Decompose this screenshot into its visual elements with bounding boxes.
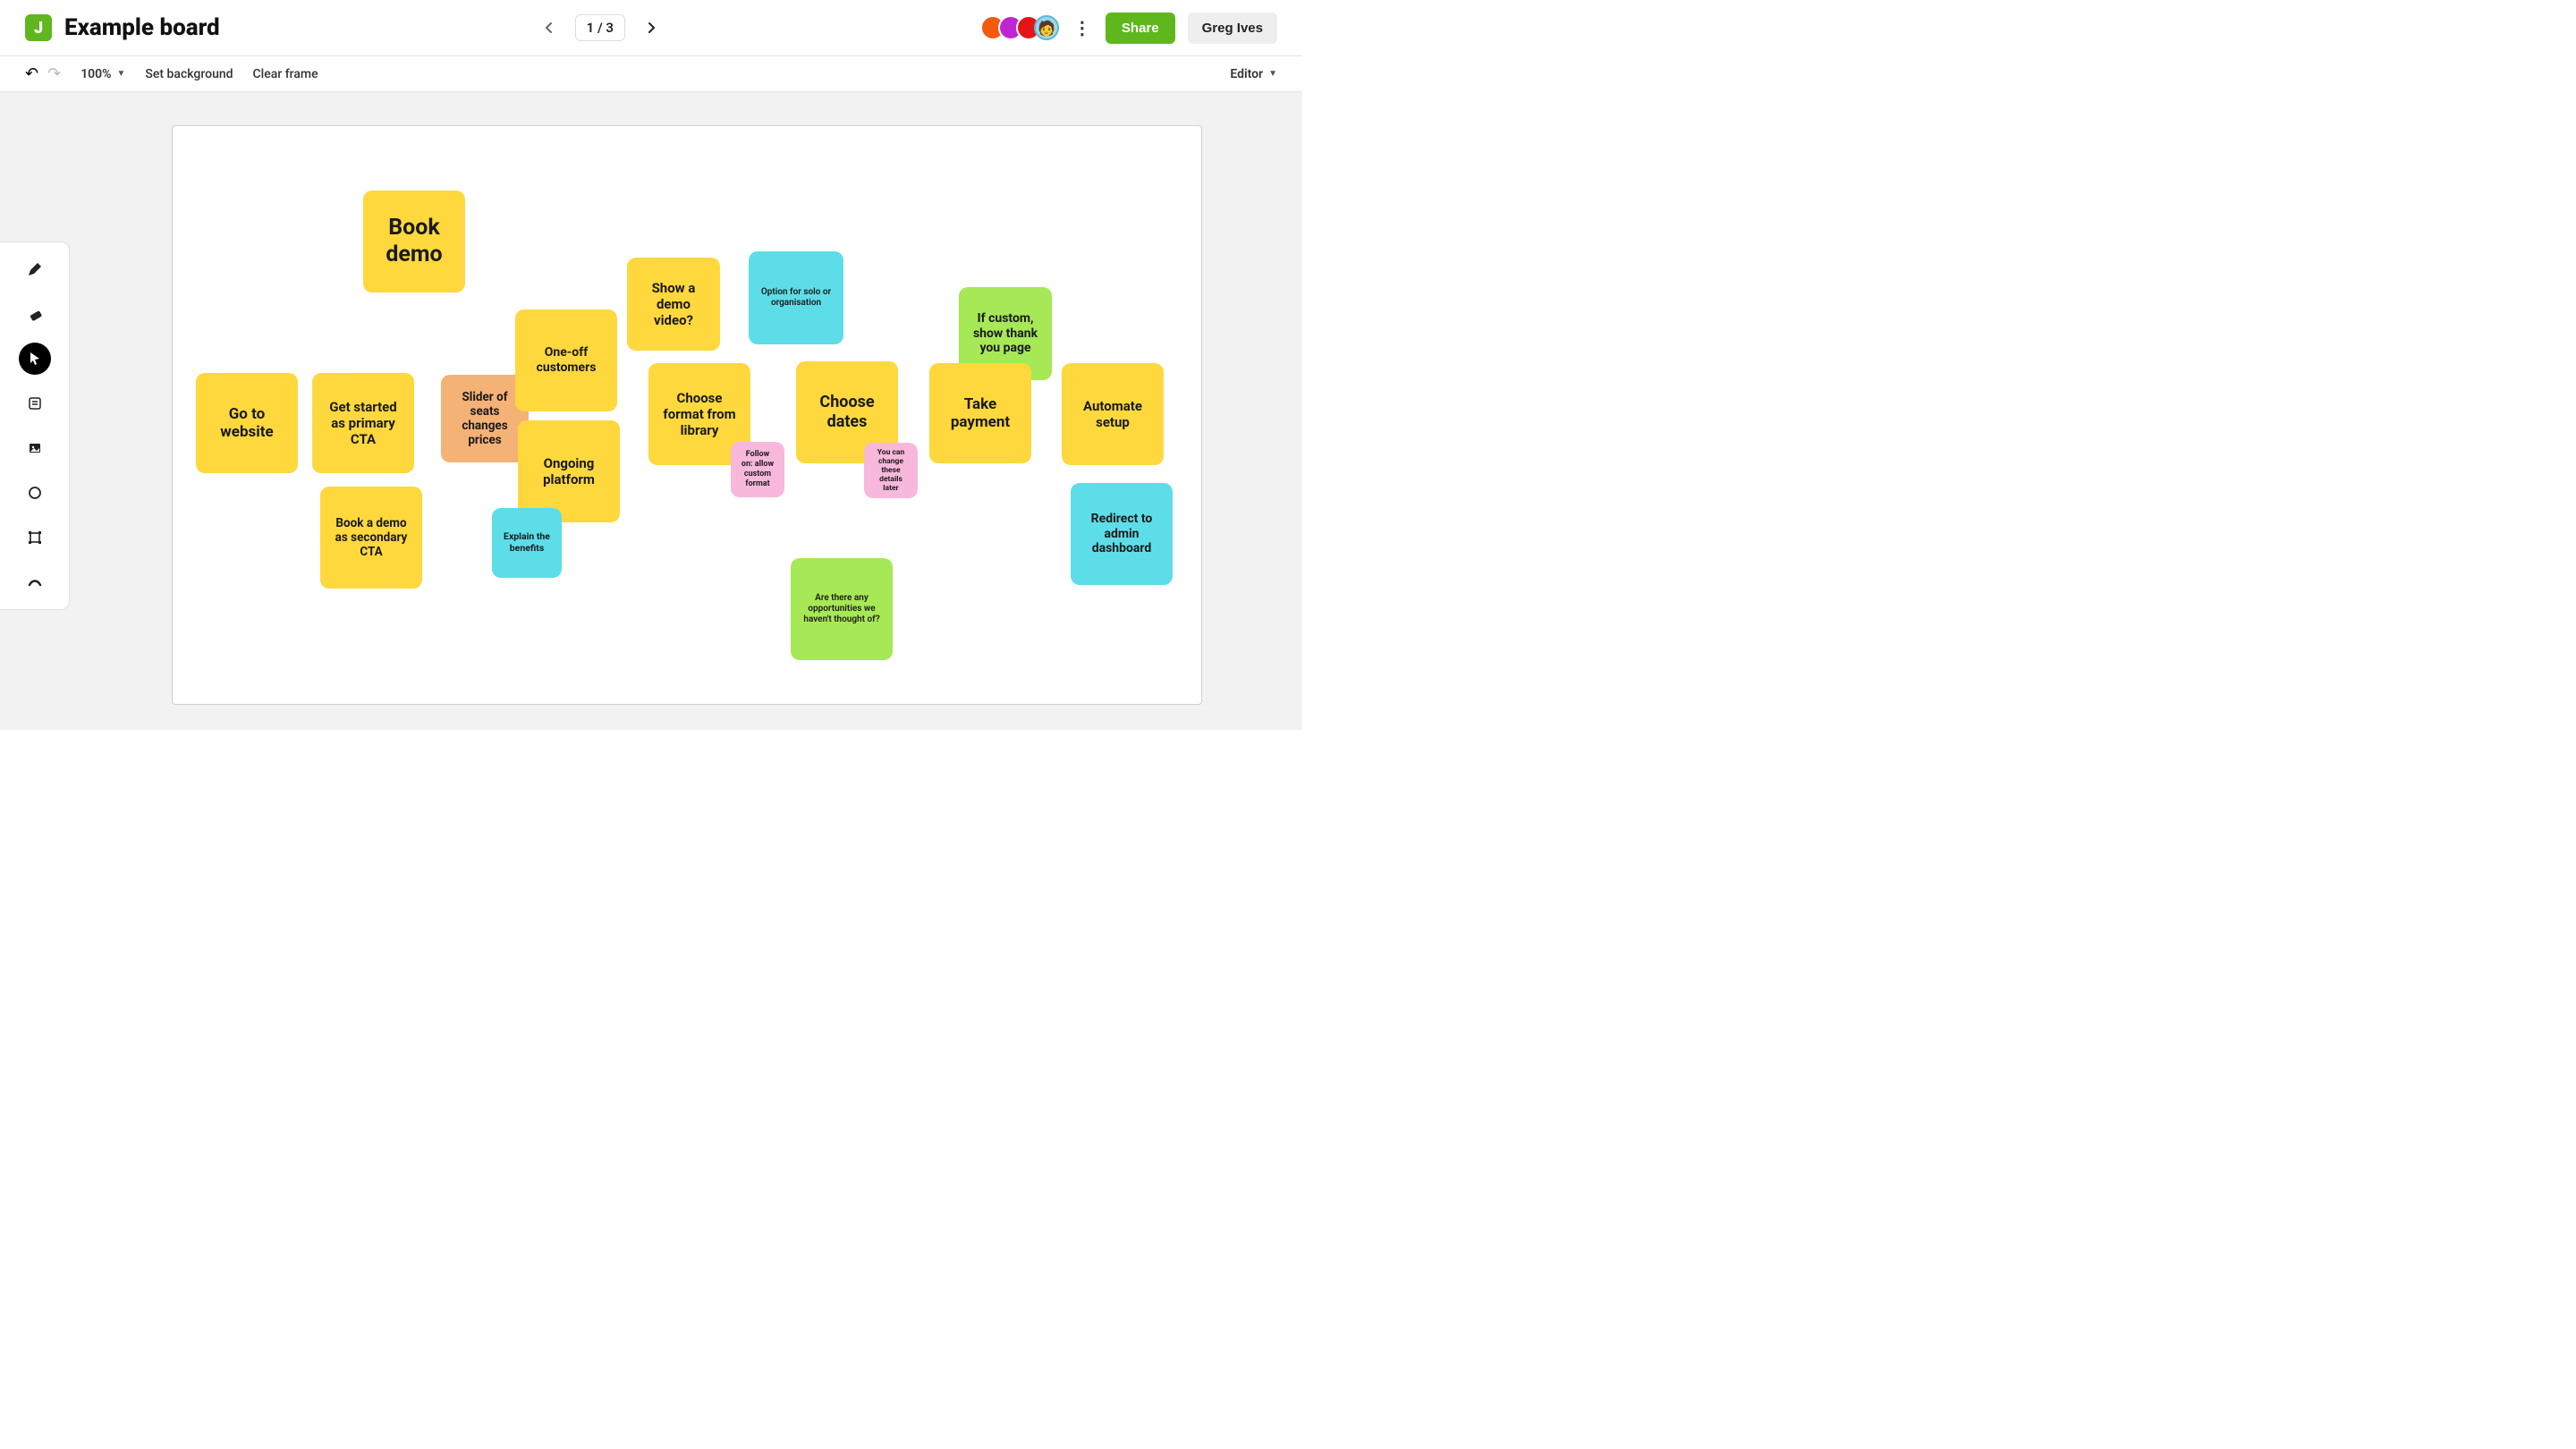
collaborator-avatars[interactable]: 🧑 [980,15,1059,40]
image-icon [27,440,43,456]
zoom-control[interactable]: 100% ▼ [80,67,125,81]
mode-label: Editor [1230,67,1263,81]
pen-tool[interactable] [19,253,51,285]
page-indicator[interactable]: 1 / 3 [575,14,625,41]
more-menu-button[interactable]: ⋮ [1072,17,1093,38]
undo-button[interactable]: ↶ [25,64,38,83]
sticky-note[interactable]: Show a demo video? [627,258,720,351]
shape-tool[interactable] [19,477,51,509]
circle-icon [27,485,43,501]
eraser-tool[interactable] [19,298,51,330]
sticky-note[interactable]: Option for solo or organisation [749,251,843,344]
sticky-note[interactable]: One-off customers [515,309,617,411]
marker-icon [27,574,43,590]
sticky-note[interactable]: Are there any opportunities we haven't t… [791,558,893,660]
chevron-left-icon [544,21,553,34]
share-button[interactable]: Share [1106,13,1175,44]
sticky-note[interactable]: Get started as primary CTA [312,373,414,473]
mode-selector[interactable]: Editor ▼ [1230,67,1277,81]
cursor-icon [27,351,43,367]
next-page-button[interactable] [641,17,663,38]
chevron-right-icon [648,21,657,34]
toolbox [0,242,70,610]
pagination: 1 / 3 [538,14,663,41]
header-right: 🧑 ⋮ Share Greg Ives [980,13,1277,44]
chevron-down-icon: ▼ [117,69,126,79]
sticky-note[interactable]: Take payment [929,363,1031,463]
canvas[interactable]: Book demo Go to website Get started as p… [0,92,1302,730]
sticky-note[interactable]: Ongoing platform [518,420,620,522]
clear-frame-button[interactable]: Clear frame [253,67,318,81]
header-left: J Example board [25,14,220,41]
sticky-note[interactable]: You can change these details later [864,443,918,498]
zoom-value: 100% [80,67,111,81]
toolbar-left: ↶ ↷ 100% ▼ Set background Clear frame [25,64,318,83]
undo-redo-group: ↶ ↷ [25,64,61,83]
sticky-note[interactable]: Automate setup [1062,363,1164,465]
toolbar: ↶ ↷ 100% ▼ Set background Clear frame Ed… [0,56,1302,92]
prev-page-button[interactable] [538,17,559,38]
header: J Example board 1 / 3 🧑 ⋮ Share Greg Ive… [0,0,1302,56]
set-background-button[interactable]: Set background [145,67,233,81]
frame[interactable]: Book demo Go to website Get started as p… [172,125,1202,705]
user-menu-button[interactable]: Greg Ives [1188,13,1277,44]
sticky-note[interactable]: Go to website [196,373,298,473]
sticky-note[interactable]: Redirect to admin dashboard [1071,483,1173,585]
select-tool[interactable] [19,343,51,375]
marker-tool[interactable] [19,566,51,598]
sticky-note[interactable]: Book a demo as secondary CTA [320,487,422,589]
frame-tool[interactable] [19,521,51,554]
avatar[interactable]: 🧑 [1034,15,1059,40]
board-title[interactable]: Example board [64,14,220,41]
chevron-down-icon: ▼ [1268,69,1277,79]
eraser-icon [27,306,43,322]
note-icon [27,395,43,411]
sticky-note[interactable]: Book demo [363,191,465,292]
redo-button[interactable]: ↷ [47,64,61,83]
sticky-note[interactable]: Follow on: allow custom format [731,442,784,497]
app-logo[interactable]: J [25,14,52,41]
pen-icon [27,261,43,277]
image-tool[interactable] [19,432,51,464]
sticky-note[interactable]: Explain the benefits [492,508,562,578]
frame-icon [27,530,43,546]
note-tool[interactable] [19,387,51,419]
